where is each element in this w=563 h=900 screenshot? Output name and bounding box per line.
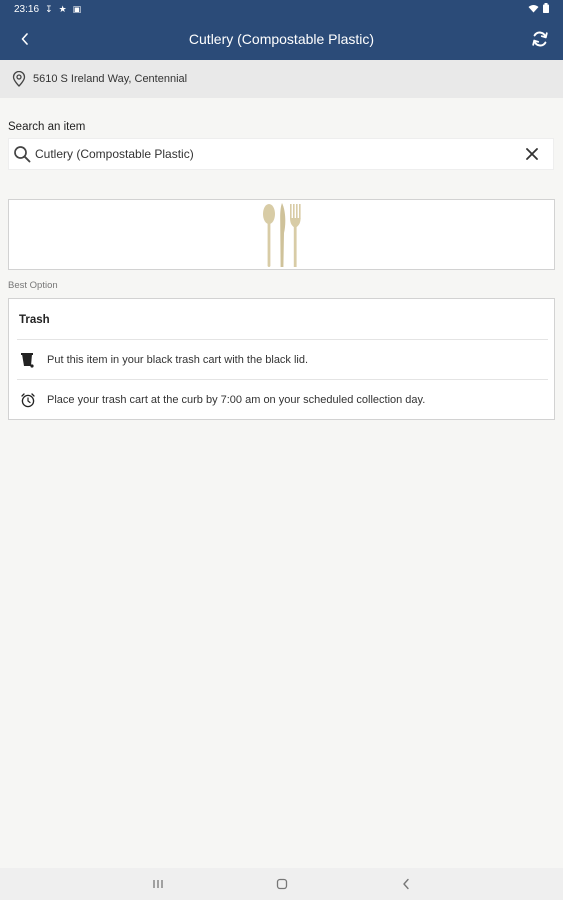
- refresh-button[interactable]: [527, 26, 553, 52]
- instruction-text: Place your trash cart at the curb by 7:0…: [47, 394, 426, 406]
- clear-search-button[interactable]: [517, 139, 547, 169]
- status-bar: 23:16 ↧ ★ ▣: [0, 0, 563, 18]
- app-bar: Cutlery (Compostable Plastic): [0, 18, 563, 60]
- status-left: 23:16 ↧ ★ ▣: [14, 4, 81, 15]
- disposal-option-card: Trash Put this item in your black trash …: [8, 298, 555, 420]
- cutlery-icon: [262, 202, 301, 267]
- item-image: [8, 199, 555, 270]
- system-navigation-bar: [0, 868, 563, 900]
- address-text: 5610 S Ireland Way, Centennial: [33, 73, 188, 85]
- trash-cart-icon: [19, 352, 37, 368]
- download-icon: ↧: [45, 3, 53, 14]
- status-right: [528, 3, 549, 15]
- recent-apps-icon: [153, 880, 163, 888]
- status-time: 23:16: [14, 3, 40, 15]
- close-icon: [526, 148, 538, 160]
- location-pin-icon: [12, 71, 26, 87]
- best-option-label: Best Option: [8, 280, 58, 291]
- battery-icon: [543, 3, 549, 15]
- refresh-icon: [532, 31, 548, 47]
- wifi-icon: [528, 4, 539, 15]
- address-bar[interactable]: 5610 S Ireland Way, Centennial: [0, 60, 563, 98]
- recent-apps-button[interactable]: [148, 876, 168, 892]
- divider: [17, 379, 548, 380]
- divider: [17, 339, 548, 340]
- option-title: Trash: [19, 314, 50, 326]
- back-arrow-icon: [403, 878, 409, 890]
- search-box[interactable]: [8, 138, 554, 170]
- instruction-text: Put this item in your black trash cart w…: [47, 354, 309, 366]
- search-label: Search an item: [8, 121, 86, 133]
- search-icon: [13, 145, 31, 163]
- star-icon: ★: [58, 3, 67, 14]
- home-button[interactable]: [272, 876, 292, 892]
- system-back-button[interactable]: [396, 876, 416, 892]
- search-input[interactable]: [35, 147, 517, 161]
- home-icon: [276, 878, 288, 890]
- instruction-row: Place your trash cart at the curb by 7:0…: [19, 385, 548, 415]
- instruction-row: Put this item in your black trash cart w…: [19, 345, 548, 375]
- back-button[interactable]: [12, 26, 38, 52]
- alarm-clock-icon: [19, 392, 37, 408]
- chevron-left-icon: [21, 33, 28, 45]
- page-title: Cutlery (Compostable Plastic): [188, 31, 375, 47]
- notification-icon: ▣: [72, 3, 82, 14]
